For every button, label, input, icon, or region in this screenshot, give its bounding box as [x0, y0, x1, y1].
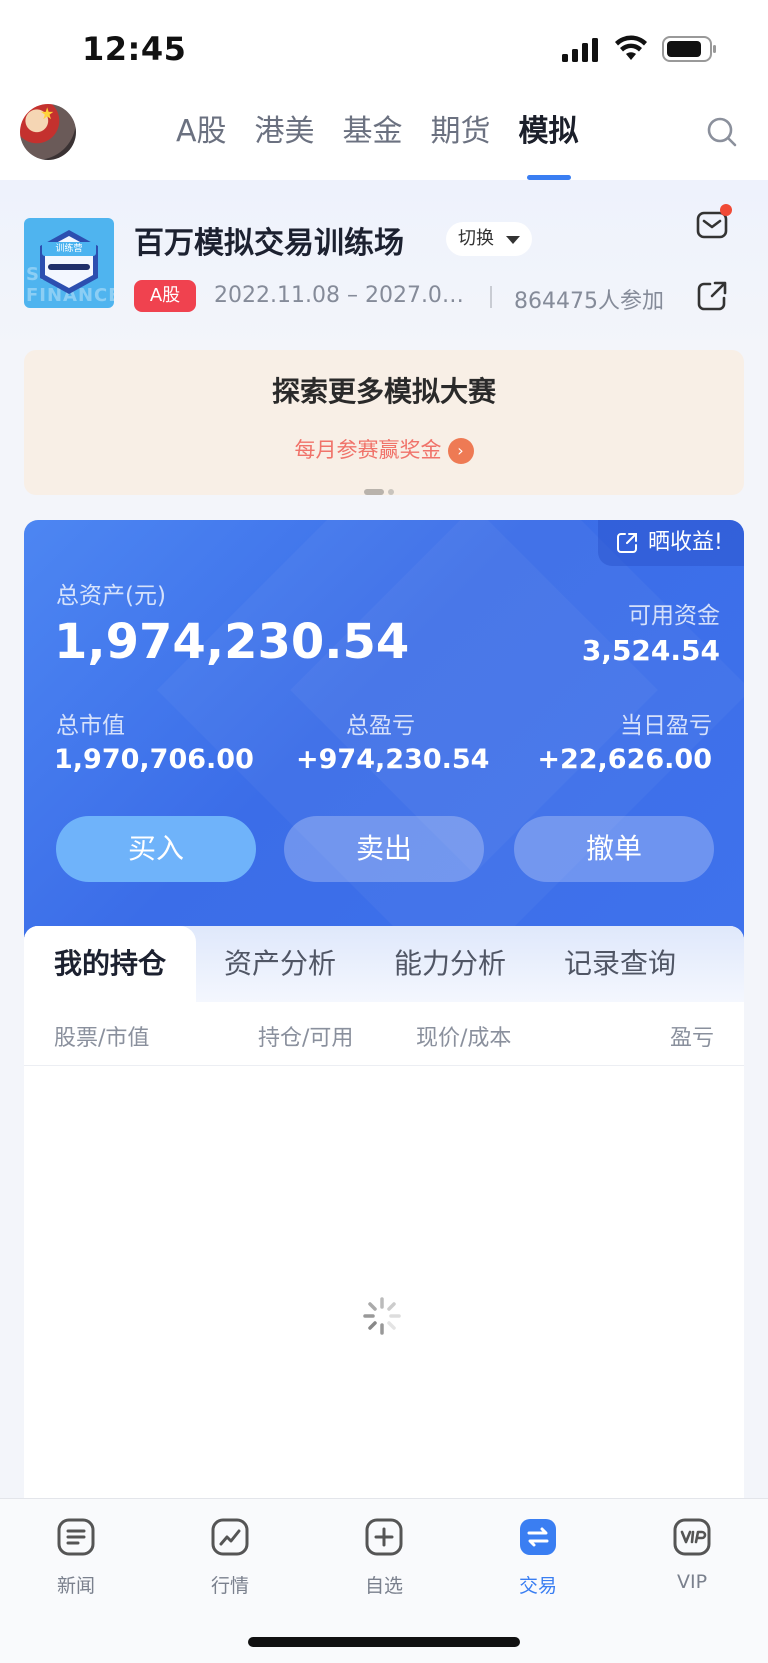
search-icon[interactable]	[706, 116, 738, 148]
wifi-icon	[615, 35, 647, 60]
share-icon	[617, 533, 637, 553]
notification-dot	[720, 204, 732, 216]
market-badge: A股	[134, 280, 196, 312]
vip-icon	[673, 1518, 711, 1556]
bottom-tab-market[interactable]: 行情	[180, 1517, 280, 1598]
promo-banner[interactable]: 探索更多模拟大赛 每月参赛赢奖金 ›	[24, 350, 744, 495]
plus-square-icon	[365, 1518, 403, 1556]
bottom-tab-trade-label: 交易	[518, 1575, 557, 1597]
switch-button[interactable]: 切换	[446, 222, 532, 256]
tab-simulation[interactable]: 模拟	[519, 116, 579, 180]
chevron-right-icon: ›	[447, 438, 474, 464]
carousel-indicator	[364, 480, 398, 499]
chart-trend-icon	[211, 1518, 249, 1556]
exchange-arrows-icon	[520, 1519, 556, 1555]
tab-record-query[interactable]: 记录查询	[564, 926, 676, 1002]
divider	[490, 286, 492, 308]
tab-futures[interactable]: 期货	[431, 116, 491, 180]
contest-dates: 2022.11.08 – 2027.0…	[214, 283, 462, 308]
cancel-order-button[interactable]: 撤单	[514, 816, 714, 882]
tab-asset-analysis[interactable]: 资产分析	[224, 926, 336, 1002]
sell-button[interactable]: 卖出	[284, 816, 484, 882]
total-pnl-value: +974,230.54	[296, 744, 490, 775]
col-price-cost: 现价/成本	[416, 1026, 512, 1051]
star-icon: ★	[40, 104, 55, 123]
col-stock-value: 股票/市值	[54, 1026, 150, 1051]
col-pnl: 盈亏	[669, 1026, 714, 1051]
contest-title: 百万模拟交易训练场	[134, 226, 404, 261]
bottom-tab-watchlist[interactable]: 自选	[334, 1517, 434, 1598]
positions-panel: 我的持仓 资产分析 能力分析 记录查询 股票/市值 持仓/可用 现价/成本 盈亏	[24, 926, 744, 1502]
show-profit-label: 晒收益!	[648, 530, 723, 555]
participant-count: 864475人参加	[514, 289, 664, 314]
positions-tabs: 我的持仓 资产分析 能力分析 记录查询	[24, 926, 744, 1002]
avatar[interactable]: ★	[20, 104, 76, 160]
total-assets-label: 总资产(元)	[56, 583, 166, 609]
buy-button[interactable]: 买入	[56, 816, 256, 882]
home-indicator[interactable]	[248, 1637, 520, 1647]
status-bar: 12:45	[0, 0, 768, 100]
bottom-tab-market-label: 行情	[210, 1575, 249, 1597]
bottom-tab-watchlist-label: 自选	[364, 1575, 403, 1597]
market-value-label: 总市值	[56, 713, 125, 739]
status-time: 12:45	[82, 30, 187, 68]
caret-down-icon	[506, 236, 520, 244]
contest-header: SINA FINANCE 训练营 百万模拟交易训练场 切换 A股 2022.11…	[0, 180, 768, 350]
available-funds-value: 3,524.54	[581, 634, 720, 667]
show-profit-button[interactable]: 晒收益!	[598, 520, 744, 566]
battery-icon	[662, 36, 716, 62]
message-button[interactable]	[696, 204, 732, 240]
market-value: 1,970,706.00	[54, 744, 254, 775]
daily-pnl-value: +22,626.00	[537, 744, 712, 775]
news-icon	[57, 1518, 95, 1556]
switch-label: 切换	[458, 228, 494, 249]
logo-tag: 训练营	[42, 242, 96, 256]
tab-ability-analysis[interactable]: 能力分析	[394, 926, 506, 1002]
tab-my-positions[interactable]: 我的持仓	[24, 926, 197, 1002]
bottom-tab-vip[interactable]: VIP	[642, 1517, 742, 1593]
loading-spinner-icon	[363, 1297, 401, 1335]
bottom-tab-vip-label: VIP	[676, 1571, 708, 1593]
share-icon[interactable]	[696, 280, 728, 312]
banner-heading: 探索更多模拟大赛	[271, 375, 496, 408]
daily-pnl-label: 当日盈亏	[620, 713, 712, 739]
account-card: 晒收益! 总资产(元) 1,974,230.54 可用资金 3,524.54 总…	[24, 520, 744, 940]
bottom-tab-trade[interactable]: 交易	[488, 1517, 588, 1598]
bottom-tab-news[interactable]: 新闻	[26, 1517, 126, 1598]
tab-funds[interactable]: 基金	[343, 116, 403, 180]
signal-icon	[562, 38, 598, 62]
banner-subtitle[interactable]: 每月参赛赢奖金 ›	[24, 434, 744, 464]
contest-logo: SINA FINANCE 训练营	[24, 218, 114, 308]
bottom-tab-news-label: 新闻	[56, 1575, 95, 1597]
available-funds-label: 可用资金	[628, 603, 720, 629]
col-holding-available: 持仓/可用	[258, 1026, 354, 1051]
market-tabs: A股 港美 基金 期货 模拟	[176, 116, 607, 180]
total-assets-value: 1,974,230.54	[54, 614, 410, 670]
tab-a-shares[interactable]: A股	[176, 116, 227, 180]
total-pnl-label: 总盈亏	[346, 713, 415, 739]
tab-hk-us[interactable]: 港美	[255, 116, 315, 180]
positions-table-header: 股票/市值 持仓/可用 现价/成本 盈亏	[24, 1002, 744, 1066]
top-nav: ★ A股 港美 基金 期货 模拟	[0, 100, 768, 180]
